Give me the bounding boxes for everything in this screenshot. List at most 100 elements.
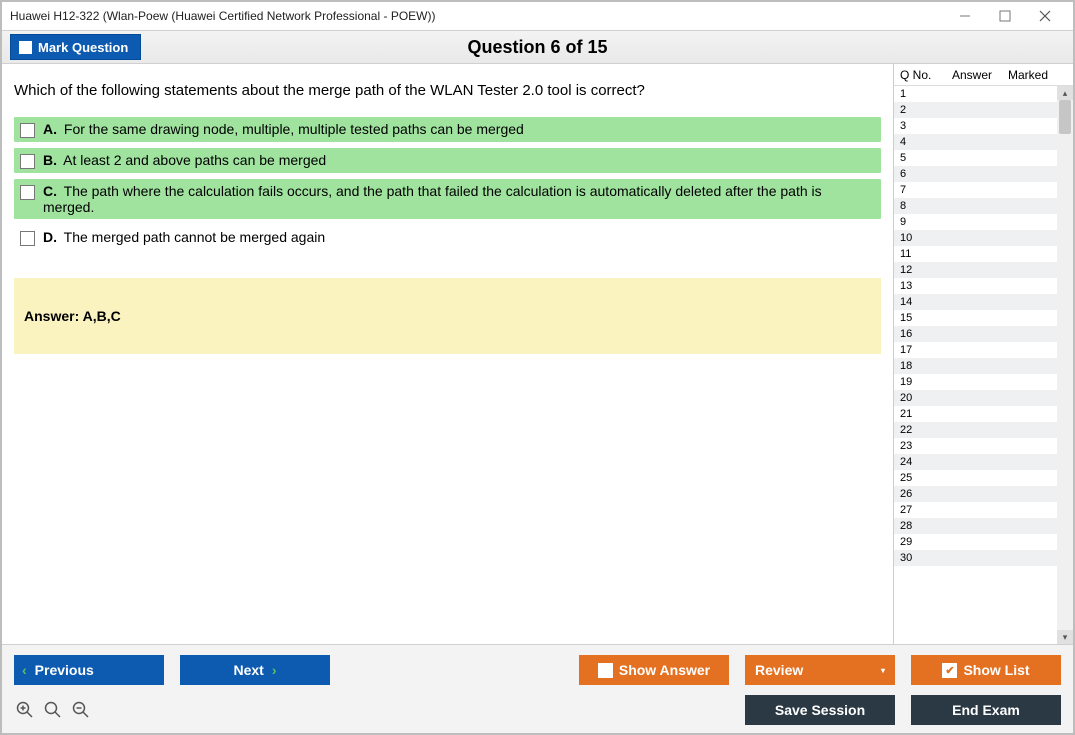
row-qno: 22 <box>894 424 946 436</box>
mark-question-label: Mark Question <box>38 40 128 55</box>
list-row[interactable]: 1 <box>894 86 1073 102</box>
review-button[interactable]: Review ▾ <box>745 655 895 685</box>
maximize-icon[interactable] <box>985 3 1025 29</box>
col-answer: Answer <box>946 68 1002 82</box>
footer: ‹ Previous Next › Show Answer Review ▾ ✔… <box>2 644 1073 733</box>
list-row[interactable]: 17 <box>894 342 1073 358</box>
list-row[interactable]: 28 <box>894 518 1073 534</box>
row-qno: 17 <box>894 344 946 356</box>
list-row[interactable]: 22 <box>894 422 1073 438</box>
row-qno: 21 <box>894 408 946 420</box>
list-row[interactable]: 23 <box>894 438 1073 454</box>
zoom-in-icon[interactable] <box>14 699 36 721</box>
row-qno: 25 <box>894 472 946 484</box>
row-qno: 12 <box>894 264 946 276</box>
row-qno: 11 <box>894 248 946 260</box>
next-button[interactable]: Next › <box>180 655 330 685</box>
row-qno: 24 <box>894 456 946 468</box>
list-row[interactable]: 9 <box>894 214 1073 230</box>
list-row[interactable]: 10 <box>894 230 1073 246</box>
close-icon[interactable] <box>1025 3 1065 29</box>
row-qno: 5 <box>894 152 946 164</box>
show-list-label: Show List <box>963 662 1029 678</box>
list-row[interactable]: 20 <box>894 390 1073 406</box>
option-text: B. At least 2 and above paths can be mer… <box>43 152 326 168</box>
list-row[interactable]: 21 <box>894 406 1073 422</box>
scroll-thumb[interactable] <box>1059 100 1071 134</box>
scrollbar[interactable]: ▴ ▾ <box>1057 86 1073 644</box>
end-exam-button[interactable]: End Exam <box>911 695 1061 725</box>
header-bar: Mark Question Question 6 of 15 <box>2 30 1073 64</box>
list-row[interactable]: 13 <box>894 278 1073 294</box>
previous-button[interactable]: ‹ Previous <box>14 655 164 685</box>
row-qno: 1 <box>894 88 946 100</box>
row-qno: 4 <box>894 136 946 148</box>
list-row[interactable]: 15 <box>894 310 1073 326</box>
option-checkbox[interactable] <box>20 185 35 200</box>
list-row[interactable]: 6 <box>894 166 1073 182</box>
list-row[interactable]: 14 <box>894 294 1073 310</box>
review-label: Review <box>755 662 803 678</box>
row-qno: 23 <box>894 440 946 452</box>
list-row[interactable]: 30 <box>894 550 1073 566</box>
list-row[interactable]: 24 <box>894 454 1073 470</box>
checkbox-icon <box>598 663 613 678</box>
save-session-label: Save Session <box>775 702 865 718</box>
show-list-button[interactable]: ✔ Show List <box>911 655 1061 685</box>
row-qno: 29 <box>894 536 946 548</box>
list-row[interactable]: 29 <box>894 534 1073 550</box>
window-title: Huawei H12-322 (Wlan-Poew (Huawei Certif… <box>10 9 945 23</box>
save-session-button[interactable]: Save Session <box>745 695 895 725</box>
option-text: A. For the same drawing node, multiple, … <box>43 121 524 137</box>
scroll-up-icon[interactable]: ▴ <box>1057 86 1073 100</box>
list-row[interactable]: 3 <box>894 118 1073 134</box>
option-row[interactable]: C. The path where the calculation fails … <box>14 179 881 219</box>
list-row[interactable]: 5 <box>894 150 1073 166</box>
option-text: C. The path where the calculation fails … <box>43 183 875 215</box>
option-checkbox[interactable] <box>20 231 35 246</box>
row-qno: 13 <box>894 280 946 292</box>
row-qno: 28 <box>894 520 946 532</box>
row-qno: 9 <box>894 216 946 228</box>
window-controls <box>945 3 1065 29</box>
list-row[interactable]: 8 <box>894 198 1073 214</box>
show-answer-button[interactable]: Show Answer <box>579 655 729 685</box>
minimize-icon[interactable] <box>945 3 985 29</box>
mark-question-button[interactable]: Mark Question <box>10 34 141 60</box>
option-checkbox[interactable] <box>20 123 35 138</box>
list-row[interactable]: 18 <box>894 358 1073 374</box>
title-bar: Huawei H12-322 (Wlan-Poew (Huawei Certif… <box>2 2 1073 30</box>
option-text: D. The merged path cannot be merged agai… <box>43 229 325 245</box>
list-row[interactable]: 12 <box>894 262 1073 278</box>
list-row[interactable]: 4 <box>894 134 1073 150</box>
scroll-down-icon[interactable]: ▾ <box>1057 630 1073 644</box>
list-row[interactable]: 2 <box>894 102 1073 118</box>
list-row[interactable]: 25 <box>894 470 1073 486</box>
zoom-controls <box>14 699 92 721</box>
col-qno: Q No. <box>894 68 946 82</box>
list-row[interactable]: 26 <box>894 486 1073 502</box>
option-checkbox[interactable] <box>20 154 35 169</box>
option-row[interactable]: B. At least 2 and above paths can be mer… <box>14 148 881 173</box>
list-row[interactable]: 19 <box>894 374 1073 390</box>
answer-box: Answer: A,B,C <box>14 278 881 354</box>
next-label: Next <box>233 662 263 678</box>
zoom-out-icon[interactable] <box>70 699 92 721</box>
list-row[interactable]: 27 <box>894 502 1073 518</box>
row-qno: 26 <box>894 488 946 500</box>
list-row[interactable]: 7 <box>894 182 1073 198</box>
option-row[interactable]: D. The merged path cannot be merged agai… <box>14 225 881 250</box>
answer-text: Answer: A,B,C <box>24 308 121 324</box>
zoom-reset-icon[interactable] <box>42 699 64 721</box>
checkbox-checked-icon: ✔ <box>942 663 957 678</box>
list-row[interactable]: 16 <box>894 326 1073 342</box>
question-counter: Question 6 of 15 <box>2 37 1073 58</box>
option-row[interactable]: A. For the same drawing node, multiple, … <box>14 117 881 142</box>
list-row[interactable]: 11 <box>894 246 1073 262</box>
row-qno: 14 <box>894 296 946 308</box>
question-area: Which of the following statements about … <box>2 64 893 644</box>
row-qno: 7 <box>894 184 946 196</box>
panel-header: Q No. Answer Marked <box>894 64 1073 86</box>
question-list-panel: Q No. Answer Marked 12345678910111213141… <box>893 64 1073 644</box>
chevron-right-icon: › <box>272 662 277 678</box>
